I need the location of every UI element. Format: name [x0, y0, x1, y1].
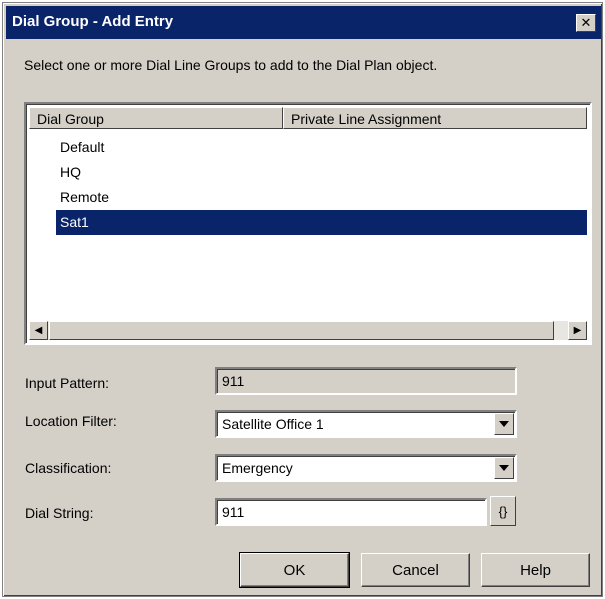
list-item-default[interactable]: Default [29, 135, 587, 160]
list-item-label: Default [60, 139, 105, 155]
location-filter-dropdown-button[interactable] [494, 413, 514, 435]
location-filter-select[interactable]: Satellite Office 1 [215, 410, 517, 438]
location-filter-label: Location Filter: [25, 413, 117, 429]
column-header-private-line-assignment[interactable]: Private Line Assignment [283, 107, 587, 129]
scrollbar-thumb[interactable] [49, 321, 554, 340]
dial-string-label: Dial String: [25, 505, 94, 521]
dial-string-value: 911 [222, 504, 245, 520]
list-rows: Default HQ Remote Sat1 [29, 135, 587, 235]
column-header-dial-group[interactable]: Dial Group [29, 107, 283, 129]
input-pattern-value: 911 [222, 373, 245, 389]
list-item-label: HQ [60, 164, 81, 180]
classification-label: Classification: [25, 460, 112, 476]
arrow-right-icon: ▶ [573, 325, 582, 336]
close-icon: ✕ [580, 15, 592, 30]
input-pattern-field: 911 [215, 367, 517, 395]
chevron-down-icon [499, 421, 509, 427]
scroll-left-button[interactable]: ◀ [29, 321, 48, 340]
list-header: Dial Group Private Line Assignment [29, 107, 587, 129]
window-title: Dial Group - Add Entry [12, 13, 174, 30]
braces-icon: {} [498, 503, 508, 519]
help-button[interactable]: Help [481, 553, 590, 587]
chevron-down-icon [499, 465, 509, 471]
list-item-label: Sat1 [60, 214, 89, 230]
dial-string-input[interactable]: 911 [215, 498, 487, 526]
classification-select[interactable]: Emergency [215, 454, 517, 482]
location-filter-value: Satellite Office 1 [222, 416, 324, 432]
classification-dropdown-button[interactable] [494, 457, 514, 479]
list-item-hq[interactable]: HQ [29, 160, 587, 185]
ok-button[interactable]: OK [239, 552, 350, 588]
title-bar[interactable]: Dial Group - Add Entry ✕ [6, 6, 601, 39]
dial-group-list[interactable]: Dial Group Private Line Assignment Defau… [24, 102, 592, 345]
input-pattern-label: Input Pattern: [25, 375, 110, 391]
insert-variable-button[interactable]: {} [490, 496, 516, 526]
classification-value: Emergency [222, 460, 293, 476]
close-button[interactable]: ✕ [576, 14, 596, 32]
instruction-text: Select one or more Dial Line Groups to a… [24, 57, 438, 73]
list-item-sat1[interactable]: Sat1 [56, 210, 587, 235]
scroll-right-button[interactable]: ▶ [568, 321, 587, 340]
horizontal-scrollbar[interactable]: ◀ ▶ [29, 321, 587, 340]
list-item-remote[interactable]: Remote [29, 185, 587, 210]
list-item-label: Remote [60, 189, 110, 205]
arrow-left-icon: ◀ [34, 325, 43, 336]
cancel-button[interactable]: Cancel [361, 553, 470, 587]
dial-group-add-entry-dialog: Dial Group - Add Entry ✕ Select one or m… [2, 2, 603, 597]
